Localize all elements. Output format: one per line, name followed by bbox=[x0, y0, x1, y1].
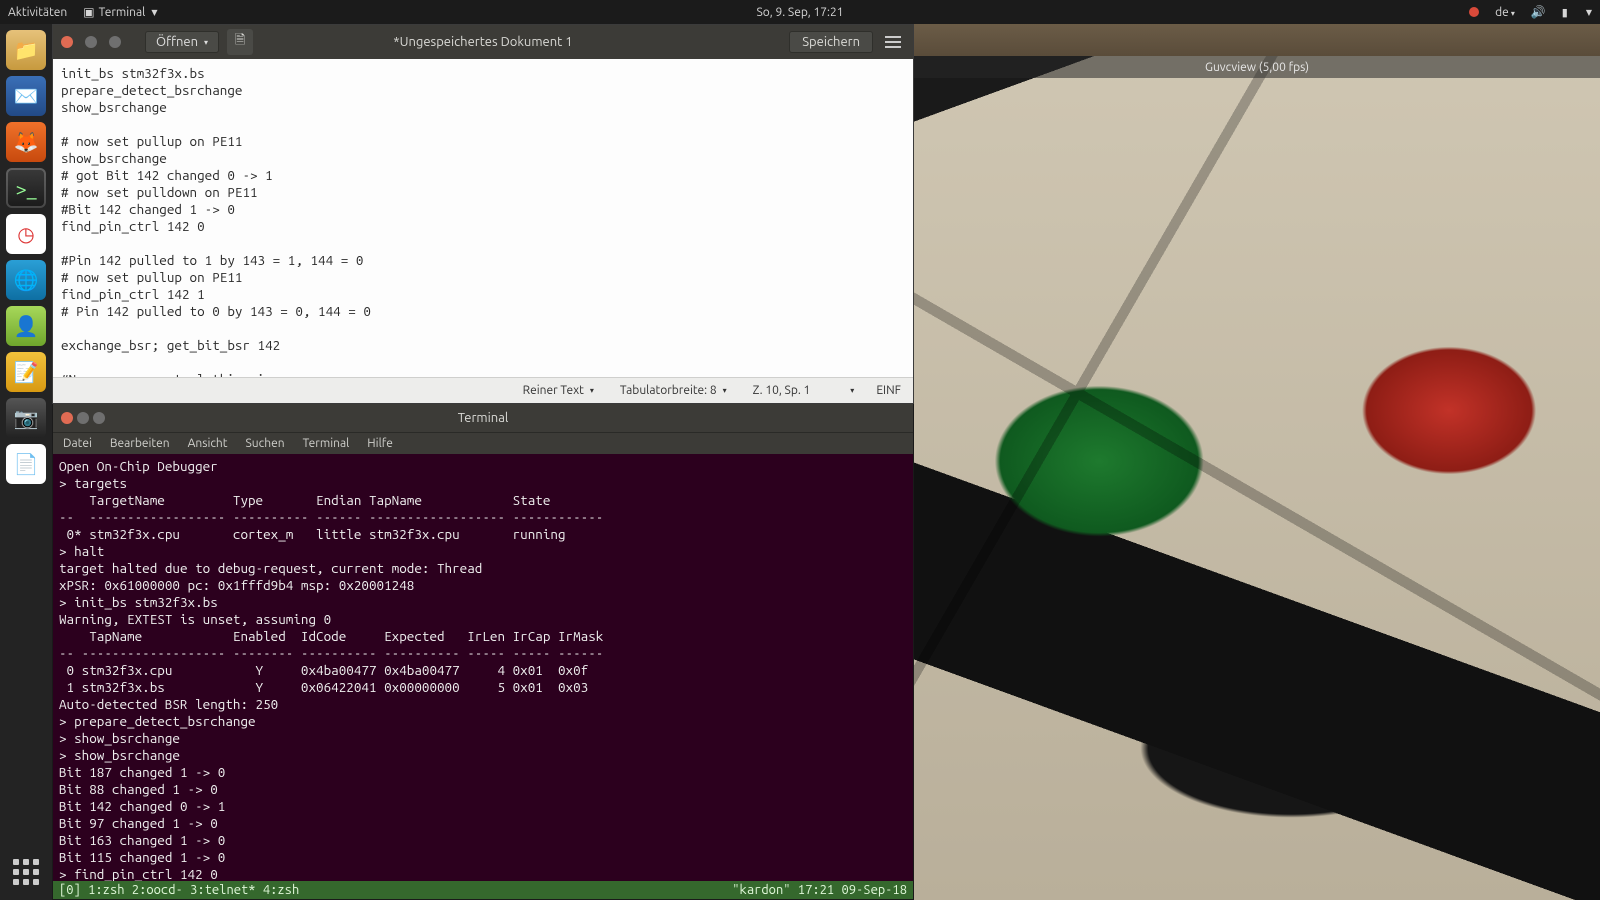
gedit-title: *Ungespeichertes Dokument 1 bbox=[393, 35, 572, 49]
appmenu-label: Terminal bbox=[99, 6, 146, 19]
syntax-mode-label: Reiner Text bbox=[523, 384, 584, 397]
battery-icon[interactable]: ▮ bbox=[1562, 6, 1568, 19]
tmux-status-left: [0] 1:zsh 2:oocd- 3:telnet* 4:zsh bbox=[59, 883, 299, 897]
menu-edit[interactable]: Bearbeiten bbox=[110, 437, 170, 450]
show-applications[interactable] bbox=[6, 852, 46, 892]
appmenu[interactable]: ▣ Terminal ▼ bbox=[83, 5, 157, 19]
terminal-body[interactable]: Open On-Chip Debugger > targets TargetNa… bbox=[53, 454, 913, 899]
window-close-icon[interactable] bbox=[61, 412, 73, 424]
activities-button[interactable]: Aktivitäten bbox=[8, 6, 67, 19]
gedit-window: Öffnen ▾ 🗎 *Ungespeichertes Dokument 1 S… bbox=[52, 24, 914, 404]
terminal-menubar: Datei Bearbeiten Ansicht Suchen Terminal… bbox=[53, 432, 913, 454]
chevron-down-icon: ▼ bbox=[151, 8, 157, 17]
system-menu-chevron-icon[interactable]: ▼ bbox=[1586, 8, 1592, 17]
menu-help[interactable]: Hilfe bbox=[367, 437, 393, 450]
terminal-output: Open On-Chip Debugger > targets TargetNa… bbox=[59, 458, 603, 899]
keyboard-layout-indicator[interactable]: de▾ bbox=[1495, 6, 1515, 19]
chevron-down-icon: ▾ bbox=[204, 38, 208, 47]
open-button[interactable]: Öffnen ▾ bbox=[145, 31, 219, 53]
menu-terminal[interactable]: Terminal bbox=[303, 437, 350, 450]
dock: 📁 ✉️ 🦊 >_ ◷ 🌐 👤 📝 📷 📄 bbox=[0, 24, 52, 900]
window-maximize-icon[interactable] bbox=[109, 36, 121, 48]
hamburger-menu-icon[interactable] bbox=[881, 32, 905, 52]
insert-mode-indicator[interactable]: EINF bbox=[876, 384, 901, 397]
window-minimize-icon[interactable] bbox=[85, 36, 97, 48]
dock-user-app[interactable]: 👤 bbox=[6, 306, 46, 346]
dock-app-diagram[interactable]: ◷ bbox=[6, 214, 46, 254]
window-close-icon[interactable] bbox=[61, 36, 73, 48]
terminal-appmenu-icon: ▣ bbox=[83, 5, 94, 19]
menu-search[interactable]: Suchen bbox=[246, 437, 285, 450]
editor-textarea[interactable]: init_bs stm32f3x.bs prepare_detect_bsrch… bbox=[53, 59, 913, 377]
menu-file[interactable]: Datei bbox=[63, 437, 92, 450]
window-maximize-icon[interactable] bbox=[93, 412, 105, 424]
tmux-status-right: "kardon" 17:21 09-Sep-18 bbox=[732, 883, 907, 897]
terminal-titlebar[interactable]: Terminal bbox=[53, 404, 913, 432]
dock-camera[interactable]: 📷 bbox=[6, 398, 46, 438]
gedit-statusbar: Reiner Text▾ Tabulatorbreite: 8▾ Z. 10, … bbox=[53, 377, 913, 403]
syntax-mode-selector[interactable]: Reiner Text▾ bbox=[519, 382, 598, 399]
dock-browser[interactable]: 🌐 bbox=[6, 260, 46, 300]
volume-icon[interactable]: 🔊 bbox=[1531, 5, 1546, 19]
new-document-button[interactable]: 🗎 bbox=[227, 29, 253, 55]
dock-text-editor[interactable]: 📄 bbox=[6, 444, 46, 484]
menu-view[interactable]: Ansicht bbox=[188, 437, 228, 450]
terminal-title: Terminal bbox=[458, 411, 509, 425]
desktop-background bbox=[914, 24, 1600, 56]
tab-width-selector[interactable]: Tabulatorbreite: 8▾ bbox=[616, 382, 731, 399]
window-minimize-icon[interactable] bbox=[77, 412, 89, 424]
open-button-label: Öffnen bbox=[156, 35, 198, 49]
dock-thunderbird[interactable]: ✉️ bbox=[6, 76, 46, 116]
save-button[interactable]: Speichern bbox=[789, 31, 873, 53]
gedit-titlebar[interactable]: Öffnen ▾ 🗎 *Ungespeichertes Dokument 1 S… bbox=[53, 25, 913, 59]
cursor-position-label: Z. 10, Sp. 1 bbox=[753, 384, 811, 397]
tab-width-label: Tabulatorbreite: 8 bbox=[620, 384, 717, 397]
dock-notes[interactable]: 📝 bbox=[6, 352, 46, 392]
guvcview-window[interactable]: Guvcview (5,00 fps) bbox=[914, 56, 1600, 900]
camera-feed bbox=[914, 56, 1600, 900]
keyboard-layout-label: de bbox=[1495, 6, 1509, 19]
terminal-window: Terminal Datei Bearbeiten Ansicht Suchen… bbox=[52, 404, 914, 900]
screencast-indicator-icon[interactable] bbox=[1469, 7, 1479, 17]
dock-files[interactable]: 📁 bbox=[6, 30, 46, 70]
clock[interactable]: So, 9. Sep, 17:21 bbox=[756, 6, 843, 19]
tmux-statusbar: [0] 1:zsh 2:oocd- 3:telnet* 4:zsh "kardo… bbox=[53, 881, 913, 899]
guvcview-title: Guvcview (5,00 fps) bbox=[914, 56, 1600, 78]
dock-terminal[interactable]: >_ bbox=[6, 168, 46, 208]
dock-firefox[interactable]: 🦊 bbox=[6, 122, 46, 162]
cursor-position[interactable]: Z. 10, Sp. 1 ▾ bbox=[749, 382, 859, 399]
